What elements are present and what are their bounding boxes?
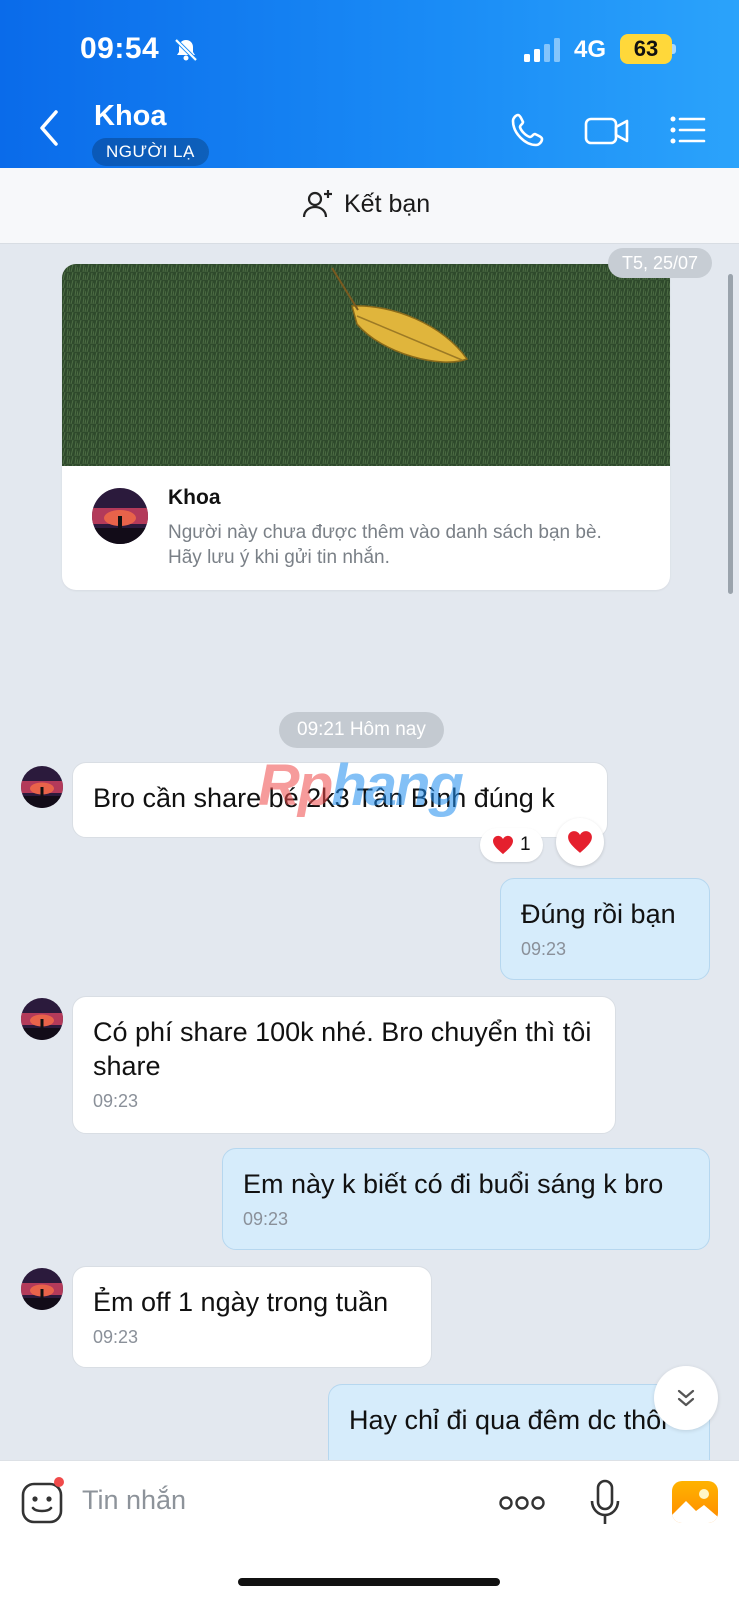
- time-divider: 09:21 Hôm nay: [279, 712, 444, 748]
- scrollbar[interactable]: [728, 274, 733, 594]
- message-time: 09:23: [93, 1327, 139, 1347]
- profile-card-name: Khoa: [168, 486, 221, 509]
- message-text: Hay chỉ đi qua đêm dc thôi: [349, 1405, 668, 1435]
- battery-indicator: 63: [620, 34, 672, 64]
- chat-header: 09:54 4G 63 Khoa NGƯỜI LẠ: [0, 0, 739, 168]
- chat-area[interactable]: Khoa Người này chưa được thêm vào danh s…: [0, 244, 739, 1460]
- message-time: 09:23: [93, 1091, 139, 1111]
- image-gallery-icon[interactable]: [672, 1481, 718, 1523]
- avatar[interactable]: [21, 1268, 63, 1310]
- watermark-part-2: hang: [331, 753, 464, 818]
- profile-card-notice: Người này chưa được thêm vào danh sách b…: [168, 522, 602, 568]
- message-text: Ẻm off 1 ngày trong tuần: [93, 1287, 389, 1317]
- message-time: 09:23: [521, 939, 567, 959]
- double-chevron-down-icon: [677, 1389, 695, 1407]
- sticker-icon[interactable]: [20, 1481, 64, 1525]
- bell-muted-icon: [174, 38, 198, 62]
- battery-tip: [672, 44, 676, 54]
- stranger-badge: NGƯỜI LẠ: [92, 138, 209, 166]
- date-label: T5, 25/07: [608, 248, 713, 278]
- video-camera-icon[interactable]: [584, 110, 630, 150]
- message-bubble-outgoing[interactable]: Đúng rồi bạn 09:23: [500, 878, 710, 980]
- message-text: Có phí share 100k nhé. Bro chuyển thì tô…: [93, 1017, 592, 1081]
- chevron-left-icon[interactable]: [34, 108, 64, 148]
- signal-icon: [524, 38, 560, 62]
- list-icon[interactable]: [668, 110, 708, 150]
- status-time: 09:54: [80, 32, 160, 65]
- notification-dot: [54, 1477, 64, 1487]
- message-bubble-incoming[interactable]: Có phí share 100k nhé. Bro chuyển thì tô…: [72, 996, 616, 1134]
- add-user-icon: [302, 190, 332, 218]
- phone-icon[interactable]: [508, 110, 548, 150]
- add-friend-label: Kết bạn: [344, 189, 431, 218]
- status-bar: 09:54 4G 63: [0, 0, 739, 96]
- message-time: 09:23: [243, 1209, 289, 1229]
- message-input[interactable]: Tin nhắn: [82, 1485, 186, 1516]
- avatar[interactable]: [92, 488, 148, 544]
- message-bubble-incoming[interactable]: Ẻm off 1 ngày trong tuần 09:23: [72, 1266, 432, 1368]
- add-friend-button[interactable]: Kết bạn: [302, 188, 430, 220]
- message-bubble-outgoing[interactable]: Em này k biết có đi buổi sáng k bro 09:2…: [222, 1148, 710, 1250]
- avatar[interactable]: [21, 998, 63, 1040]
- microphone-icon[interactable]: [588, 1479, 622, 1527]
- heart-icon: [568, 831, 592, 853]
- heart-icon: [493, 835, 513, 855]
- reaction-summary[interactable]: 1: [480, 828, 543, 862]
- home-indicator: [238, 1578, 500, 1586]
- watermark: Rphang: [258, 752, 464, 819]
- message-text: Đúng rồi bạn: [521, 899, 676, 929]
- profile-card[interactable]: Khoa Người này chưa được thêm vào danh s…: [62, 264, 670, 590]
- more-dots-icon[interactable]: [498, 1491, 546, 1515]
- contact-name[interactable]: Khoa: [94, 100, 167, 133]
- network-label: 4G: [574, 36, 607, 63]
- cover-image: [62, 264, 670, 466]
- add-friend-bar: Kết bạn: [0, 168, 739, 244]
- avatar[interactable]: [21, 766, 63, 808]
- watermark-part-1: Rp: [258, 753, 333, 818]
- message-text: Em này k biết có đi buổi sáng k bro: [243, 1169, 664, 1199]
- scroll-down-button[interactable]: [654, 1366, 718, 1430]
- reaction-count: 1: [520, 834, 531, 855]
- react-button[interactable]: [556, 818, 604, 866]
- message-bubble-outgoing[interactable]: Hay chỉ đi qua đêm dc thôi: [328, 1384, 710, 1460]
